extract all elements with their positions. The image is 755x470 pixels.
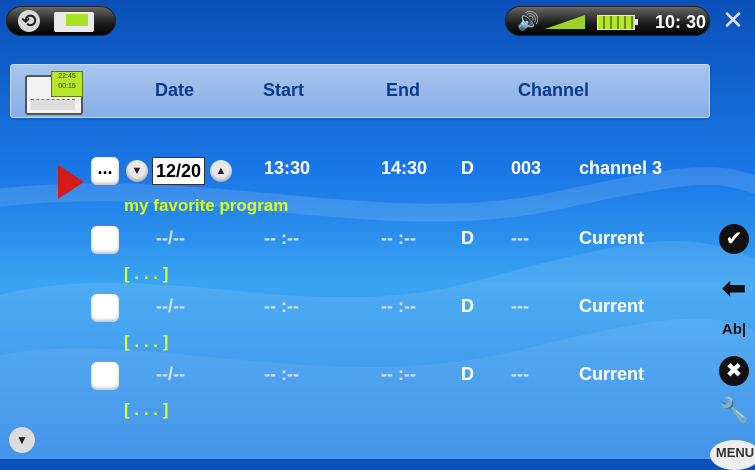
row-channel[interactable]: Current: [579, 228, 644, 249]
battery-tip: [635, 19, 638, 25]
row-channel-number[interactable]: 003: [511, 158, 541, 179]
row-start[interactable]: -- :--: [264, 364, 299, 385]
row-channel-number[interactable]: ---: [511, 296, 529, 317]
speaker-icon[interactable]: 🔊: [517, 11, 539, 32]
clock: 10: 30: [655, 12, 707, 32]
top-left-controls: ⟲: [6, 6, 116, 36]
calendar-icon: 22:45 00:15: [25, 71, 83, 115]
row-start[interactable]: -- :--: [264, 228, 299, 249]
settings-icon: 🔧: [719, 397, 749, 424]
device-icon[interactable]: [54, 12, 94, 32]
header-start: Start: [263, 80, 305, 100]
battery-icon: [597, 15, 635, 30]
row-end[interactable]: -- :--: [381, 228, 416, 249]
column-header: 22:45 00:15 Date Start End Channel: [10, 64, 710, 118]
back-icon: ⬅: [721, 272, 747, 305]
row-mode[interactable]: D: [461, 228, 474, 249]
table-row[interactable]: --/-- -- :-- -- :-- D --- Current: [0, 288, 755, 328]
row-date[interactable]: --/--: [156, 296, 185, 317]
row-program-name: [ . . . ]: [124, 400, 169, 419]
row-mode[interactable]: D: [461, 364, 474, 385]
scroll-down-icon[interactable]: ▼: [9, 427, 35, 453]
header-end: End: [386, 80, 420, 100]
row-channel-number[interactable]: ---: [511, 364, 529, 385]
row-mode[interactable]: D: [461, 158, 474, 179]
volume-icon[interactable]: [545, 15, 585, 29]
table-row[interactable]: --/-- -- :-- -- :-- D --- Current: [0, 220, 755, 260]
row-end[interactable]: -- :--: [381, 296, 416, 317]
row-date[interactable]: --/--: [156, 364, 185, 385]
back-button[interactable]: ⬅: [716, 273, 752, 305]
text-edit-button[interactable]: Ab|: [716, 313, 752, 345]
row-channel[interactable]: channel 3: [579, 158, 662, 179]
row-start[interactable]: -- :--: [264, 296, 299, 317]
row-program-name: my favorite program: [124, 196, 289, 215]
row-start[interactable]: 13:30: [264, 158, 310, 179]
confirm-button[interactable]: ✔: [716, 222, 752, 254]
row-program-name: [ . . . ]: [124, 332, 169, 351]
settings-button[interactable]: 🔧: [716, 394, 752, 426]
cancel-icon: ✖: [719, 356, 749, 386]
status-bar: ⟲ 🔊 10: 30 ✕: [0, 0, 755, 38]
cancel-button[interactable]: ✖: [716, 354, 752, 386]
row-channel-number[interactable]: ---: [511, 228, 529, 249]
row-channel[interactable]: Current: [579, 364, 644, 385]
table-row[interactable]: --/-- -- :-- -- :-- D --- Current: [0, 356, 755, 396]
row-channel[interactable]: Current: [579, 296, 644, 317]
row-mode[interactable]: D: [461, 296, 474, 317]
row-end[interactable]: 14:30: [381, 158, 427, 179]
header-date: Date: [155, 80, 195, 100]
text-edit-icon: Ab|: [721, 321, 747, 338]
row-program-name: [ . . . ]: [124, 264, 169, 283]
row-end[interactable]: -- :--: [381, 364, 416, 385]
header-channel: Channel: [518, 80, 590, 100]
close-icon[interactable]: ✕: [720, 7, 746, 33]
table-row[interactable]: 13:30 14:30 D 003 channel 3: [0, 150, 755, 190]
menu-button[interactable]: MENU: [710, 440, 755, 470]
confirm-icon: ✔: [719, 224, 749, 254]
row-date[interactable]: --/--: [156, 228, 185, 249]
refresh-icon[interactable]: ⟲: [18, 10, 40, 32]
status-pill: 🔊 10: 30: [505, 6, 710, 36]
